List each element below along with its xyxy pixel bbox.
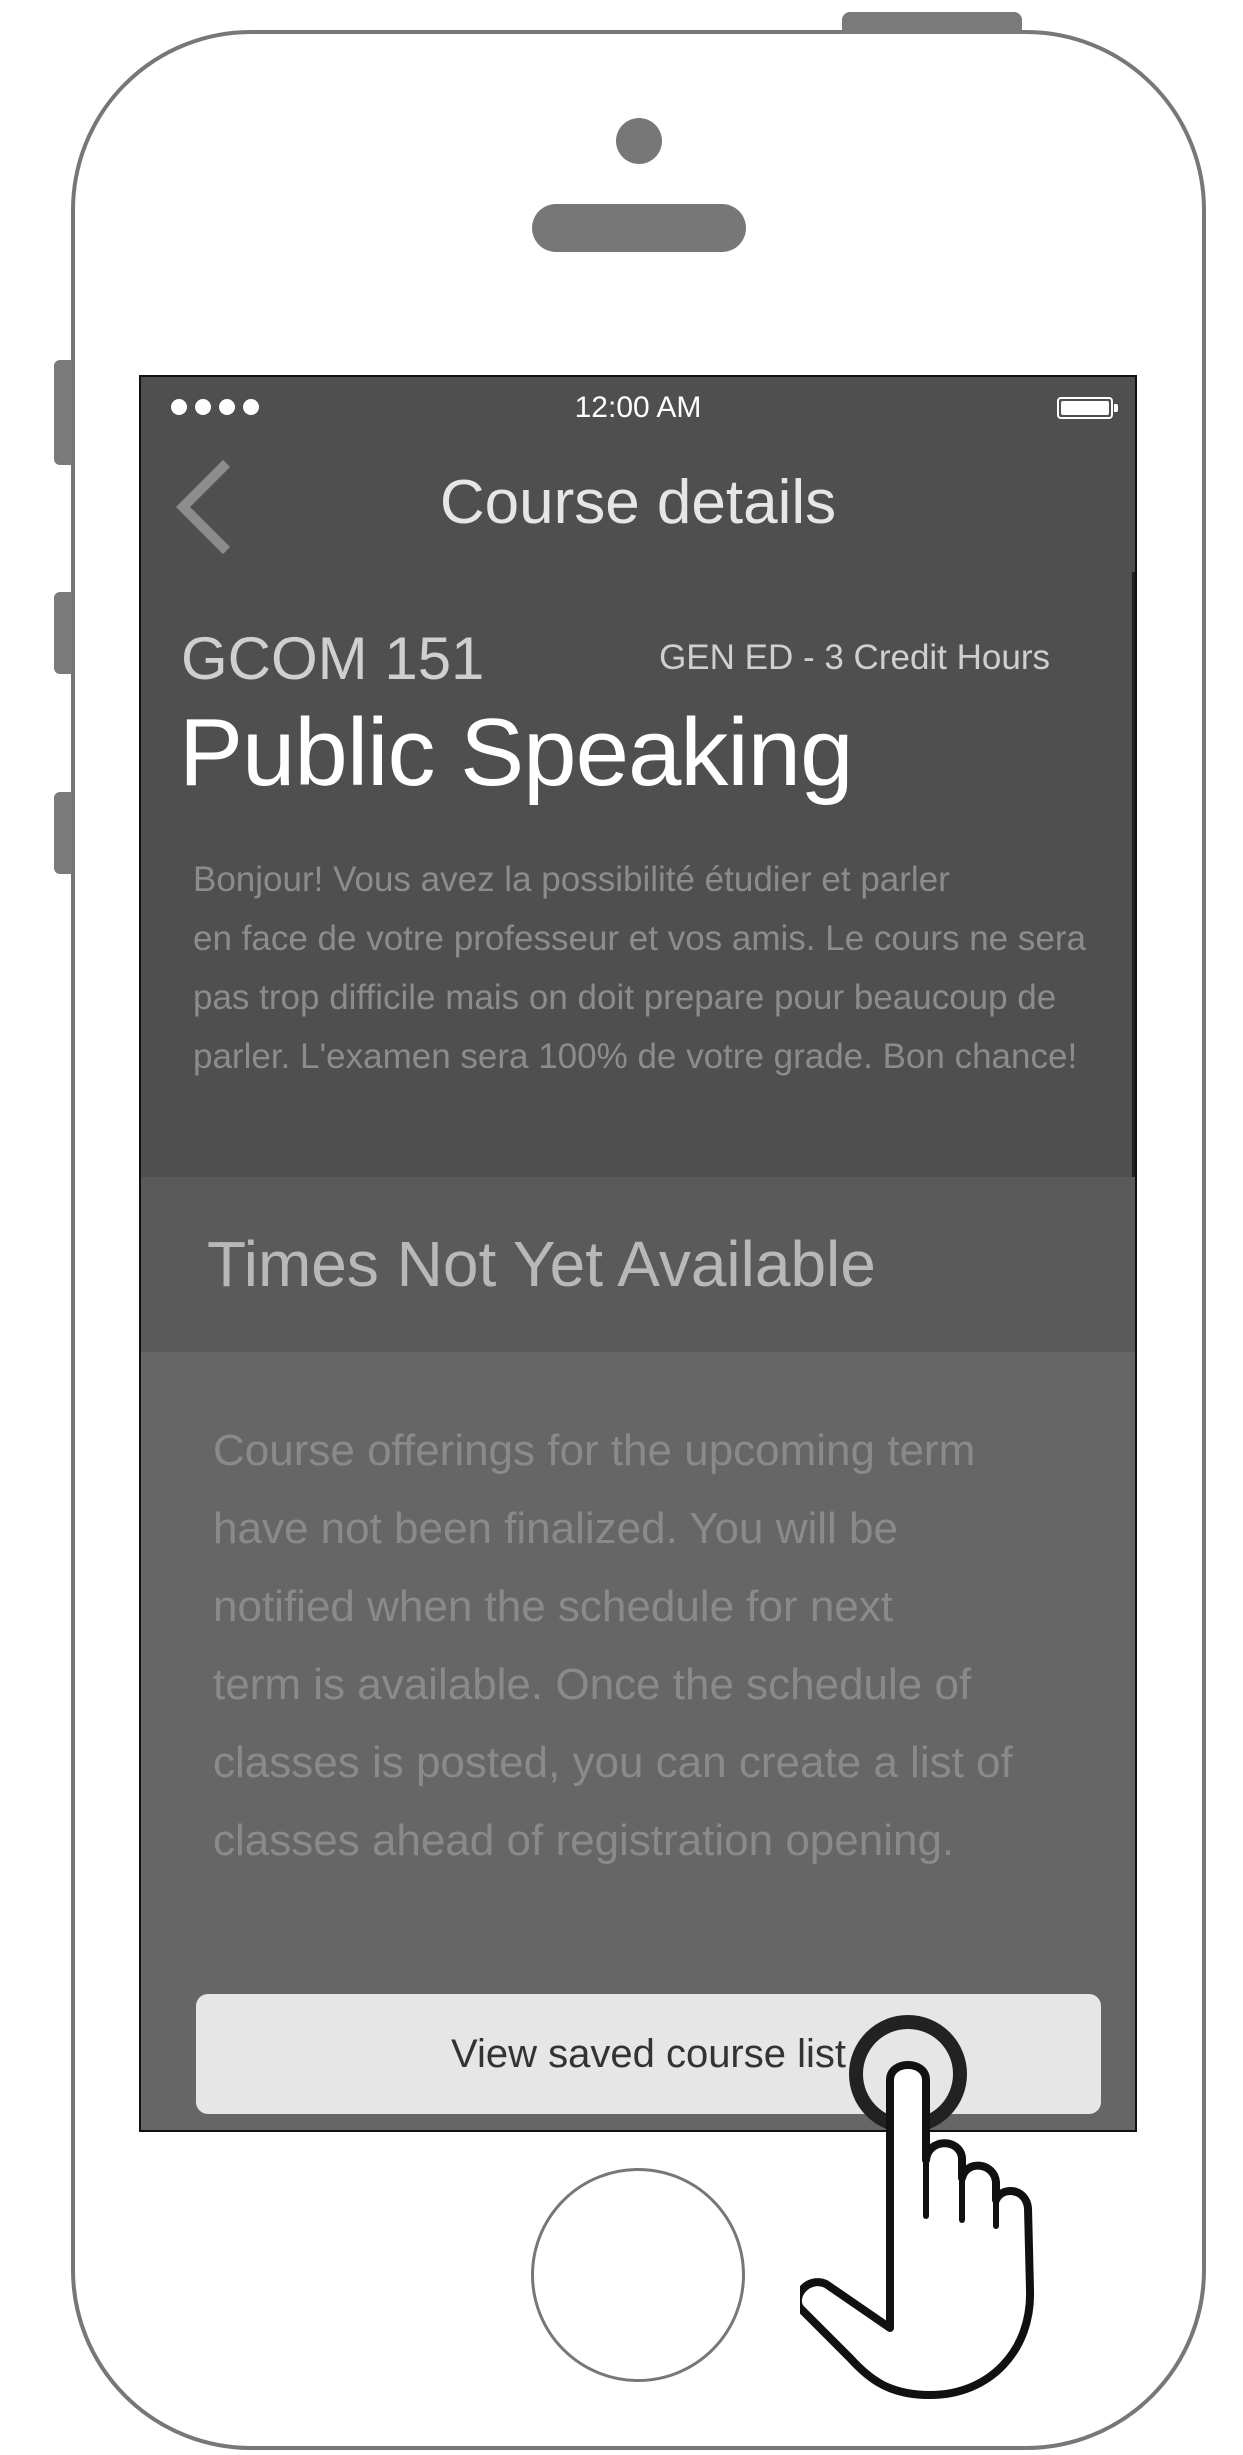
front-camera: [616, 118, 662, 164]
notice-line: classes ahead of registration opening.: [213, 1816, 955, 1865]
earpiece-speaker: [532, 204, 746, 252]
device-screen: 12:00 AM Course details GCOM 151 GEN ED …: [139, 375, 1137, 2132]
status-time: 12:00 AM: [574, 391, 702, 424]
volume-down-button: [54, 792, 72, 874]
battery-icon: [1057, 397, 1118, 419]
volume-up-button: [54, 592, 72, 674]
times-section-header: Times Not Yet Available: [141, 1177, 1135, 1352]
course-summary: GCOM 151 GEN ED - 3 Credit Hours Public …: [141, 572, 1135, 1177]
mute-switch: [54, 360, 72, 465]
times-heading: Times Not Yet Available: [207, 1228, 876, 1300]
course-title: Public Speaking: [179, 699, 853, 806]
power-button: [842, 12, 1022, 34]
home-button[interactable]: [531, 2168, 745, 2382]
notice-line: have not been finalized. You will be: [213, 1504, 898, 1553]
status-bar: 12:00 AM: [141, 377, 1135, 437]
notice-line: classes is posted, you can create a list…: [213, 1738, 1013, 1787]
view-saved-course-list-button[interactable]: View saved course list: [196, 1994, 1101, 2114]
description-line: pas trop difficile mais on doit prepare …: [193, 978, 1057, 1017]
notice-line: notified when the schedule for next: [213, 1582, 894, 1631]
notice-line: term is available. Once the schedule of: [213, 1660, 972, 1709]
description-line: en face de votre professeur et vos amis.…: [193, 919, 1086, 958]
notice-line: Course offerings for the upcoming term: [213, 1426, 976, 1475]
description-line: parler. L'examen sera 100% de votre grad…: [193, 1037, 1078, 1076]
course-code: GCOM 151: [181, 625, 485, 692]
description-line: Bonjour! Vous avez la possibilité étudie…: [193, 860, 950, 899]
credit-info: GEN ED - 3 Credit Hours: [659, 638, 1050, 677]
nav-header: 12:00 AM Course details: [141, 377, 1135, 572]
course-description: Bonjour! Vous avez la possibilité étudie…: [193, 850, 1113, 1086]
page-title: Course details: [439, 468, 837, 537]
schedule-notice: Course offerings for the upcoming term h…: [213, 1412, 1093, 1880]
